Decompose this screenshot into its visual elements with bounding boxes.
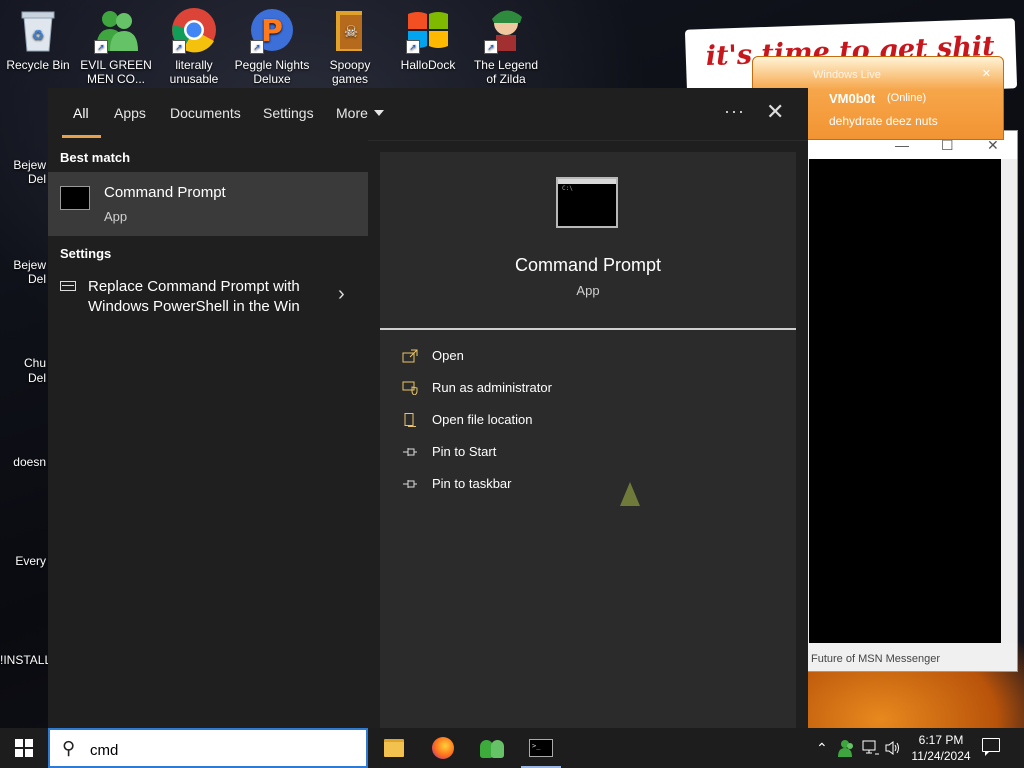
open-icon bbox=[402, 349, 420, 363]
desktop-peek-label: Bejew bbox=[13, 158, 46, 172]
network-icon[interactable] bbox=[862, 728, 880, 768]
system-clock[interactable]: 6:17 PM 11/24/2024 bbox=[904, 732, 978, 764]
command-prompt-icon bbox=[529, 739, 553, 757]
desktop-peek-label: Chu bbox=[23, 356, 46, 370]
svg-text:P: P bbox=[261, 14, 283, 49]
search-input[interactable] bbox=[88, 739, 352, 761]
firefox-icon bbox=[432, 737, 454, 759]
chevron-down-icon bbox=[373, 110, 384, 116]
msn-message: dehydrate deez nuts bbox=[829, 114, 938, 128]
cmd-icon bbox=[556, 177, 618, 228]
volume-icon[interactable] bbox=[884, 728, 902, 768]
taskbar-msn-messenger[interactable] bbox=[468, 728, 516, 768]
search-flyout: All Apps Documents Settings More ··· ✕ B… bbox=[48, 88, 808, 728]
svg-text:☠: ☠ bbox=[344, 24, 358, 41]
close-icon[interactable]: ✕ bbox=[766, 101, 784, 123]
msn-messenger-icon bbox=[480, 738, 504, 758]
msn-title: Windows Live bbox=[813, 69, 881, 81]
windows-logo-icon: ➚ bbox=[404, 6, 452, 54]
taskbar-file-explorer[interactable] bbox=[370, 728, 418, 768]
tab-apps[interactable]: Apps bbox=[114, 105, 146, 121]
settings-heading: Settings bbox=[60, 246, 112, 261]
desktop-peek-label: Del bbox=[27, 272, 46, 286]
desktop-peek-label: Del bbox=[27, 172, 46, 186]
desktop-icon-spoopy-games[interactable]: ☠ Spoopy games bbox=[312, 6, 388, 86]
msn-username: VM0b0t bbox=[829, 91, 876, 106]
settings-toggle-icon bbox=[60, 281, 76, 291]
tab-all[interactable]: All bbox=[73, 105, 89, 121]
preview-subtitle: App bbox=[576, 283, 600, 298]
setting-result-label: Replace Command Prompt with Windows Powe… bbox=[88, 278, 300, 315]
peggle-icon: P ➚ bbox=[248, 6, 296, 54]
taskbar: ⚲ ⌃ 6:17 PM 11/24/2024 bbox=[0, 728, 1024, 768]
clock-time: 6:17 PM bbox=[918, 733, 964, 747]
preview-title: Command Prompt bbox=[514, 255, 662, 275]
results-pane: Best match Command Prompt App Settings R… bbox=[48, 140, 368, 728]
msn-footer-text: Future of MSN Messenger bbox=[811, 653, 940, 665]
chevron-right-icon[interactable]: › bbox=[338, 283, 345, 306]
shield-icon bbox=[402, 381, 420, 396]
desktop-icon-chrome[interactable]: ➚ literally unusable bbox=[156, 6, 232, 86]
svg-text:♻: ♻ bbox=[32, 27, 45, 43]
background-window-content bbox=[809, 159, 1001, 643]
desktop-icon-hallodock[interactable]: ➚ HalloDock bbox=[390, 6, 466, 72]
start-button[interactable] bbox=[0, 728, 48, 768]
action-run-as-administrator[interactable]: Run as administrator bbox=[402, 378, 762, 402]
desktop-peek-label: Del bbox=[27, 371, 46, 385]
taskbar-search-box[interactable]: ⚲ bbox=[48, 728, 368, 768]
desktop-peek-label: doesn bbox=[13, 455, 46, 469]
chevron-up-icon[interactable]: ⌃ bbox=[816, 728, 828, 768]
setting-result[interactable]: Replace Command Prompt with Windows Powe… bbox=[48, 273, 368, 321]
action-open[interactable]: Open bbox=[402, 346, 762, 370]
desktop-peek-label: !INSTALL bbox=[0, 653, 52, 667]
tab-documents[interactable]: Documents bbox=[170, 105, 241, 121]
file-explorer-icon bbox=[384, 739, 404, 757]
close-icon[interactable]: ✕ bbox=[982, 67, 991, 80]
desktop-icon-recycle-bin[interactable]: ♻ Recycle Bin bbox=[0, 6, 76, 72]
file-location-icon bbox=[402, 413, 420, 427]
desktop-icon-evil-green-men[interactable]: ➚ EVIL GREEN MEN CO... bbox=[78, 6, 154, 86]
more-options-icon[interactable]: ··· bbox=[724, 101, 745, 122]
pin-icon bbox=[402, 445, 420, 459]
active-tab-indicator bbox=[62, 135, 101, 138]
desktop-peek-label: Every bbox=[15, 554, 46, 568]
tab-settings[interactable]: Settings bbox=[263, 105, 314, 121]
mouse-cursor-icon bbox=[620, 482, 640, 506]
search-tabs: All Apps Documents Settings More ··· ✕ bbox=[48, 88, 808, 141]
desktop-peek-label: Bejew bbox=[13, 258, 46, 272]
action-pin-to-taskbar[interactable]: Pin to taskbar bbox=[402, 474, 762, 498]
scrollbar[interactable] bbox=[1001, 159, 1017, 643]
msn-status: (Online) bbox=[887, 92, 927, 104]
action-pin-to-start[interactable]: Pin to Start bbox=[402, 442, 762, 466]
desktop-icon-legend-of-zilda[interactable]: ➚ The Legend of Zilda bbox=[468, 6, 544, 86]
divider bbox=[380, 328, 796, 330]
best-match-result[interactable]: Command Prompt App bbox=[48, 172, 368, 236]
msn-tray-icon[interactable] bbox=[838, 728, 856, 768]
tab-more[interactable]: More bbox=[336, 105, 384, 121]
pin-icon bbox=[402, 477, 420, 491]
taskbar-firefox[interactable] bbox=[419, 728, 467, 768]
search-icon: ⚲ bbox=[62, 738, 76, 758]
zelda-icon: ➚ bbox=[482, 6, 530, 54]
folder-icon: ☠ bbox=[326, 6, 374, 54]
clock-date: 11/24/2024 bbox=[911, 749, 971, 763]
notification-center-icon[interactable] bbox=[982, 738, 1000, 756]
recycle-bin-icon: ♻ bbox=[14, 6, 62, 54]
best-match-heading: Best match bbox=[60, 150, 131, 165]
best-match-subtitle: App bbox=[104, 209, 128, 224]
msn-people-icon: ➚ bbox=[92, 6, 140, 54]
preview-pane: Command Prompt App Open Run as administr… bbox=[380, 152, 796, 728]
cmd-icon bbox=[60, 186, 90, 210]
taskbar-command-prompt[interactable] bbox=[517, 728, 565, 768]
desktop-icon-peggle[interactable]: P ➚ Peggle Nights Deluxe bbox=[234, 6, 310, 86]
chrome-icon: ➚ bbox=[170, 6, 218, 54]
windows-logo-icon bbox=[15, 739, 33, 757]
background-window[interactable]: — ☐ ✕ Future of MSN Messenger bbox=[806, 130, 1018, 672]
best-match-title: Command Prompt bbox=[104, 184, 226, 201]
action-open-file-location[interactable]: Open file location bbox=[402, 410, 762, 434]
